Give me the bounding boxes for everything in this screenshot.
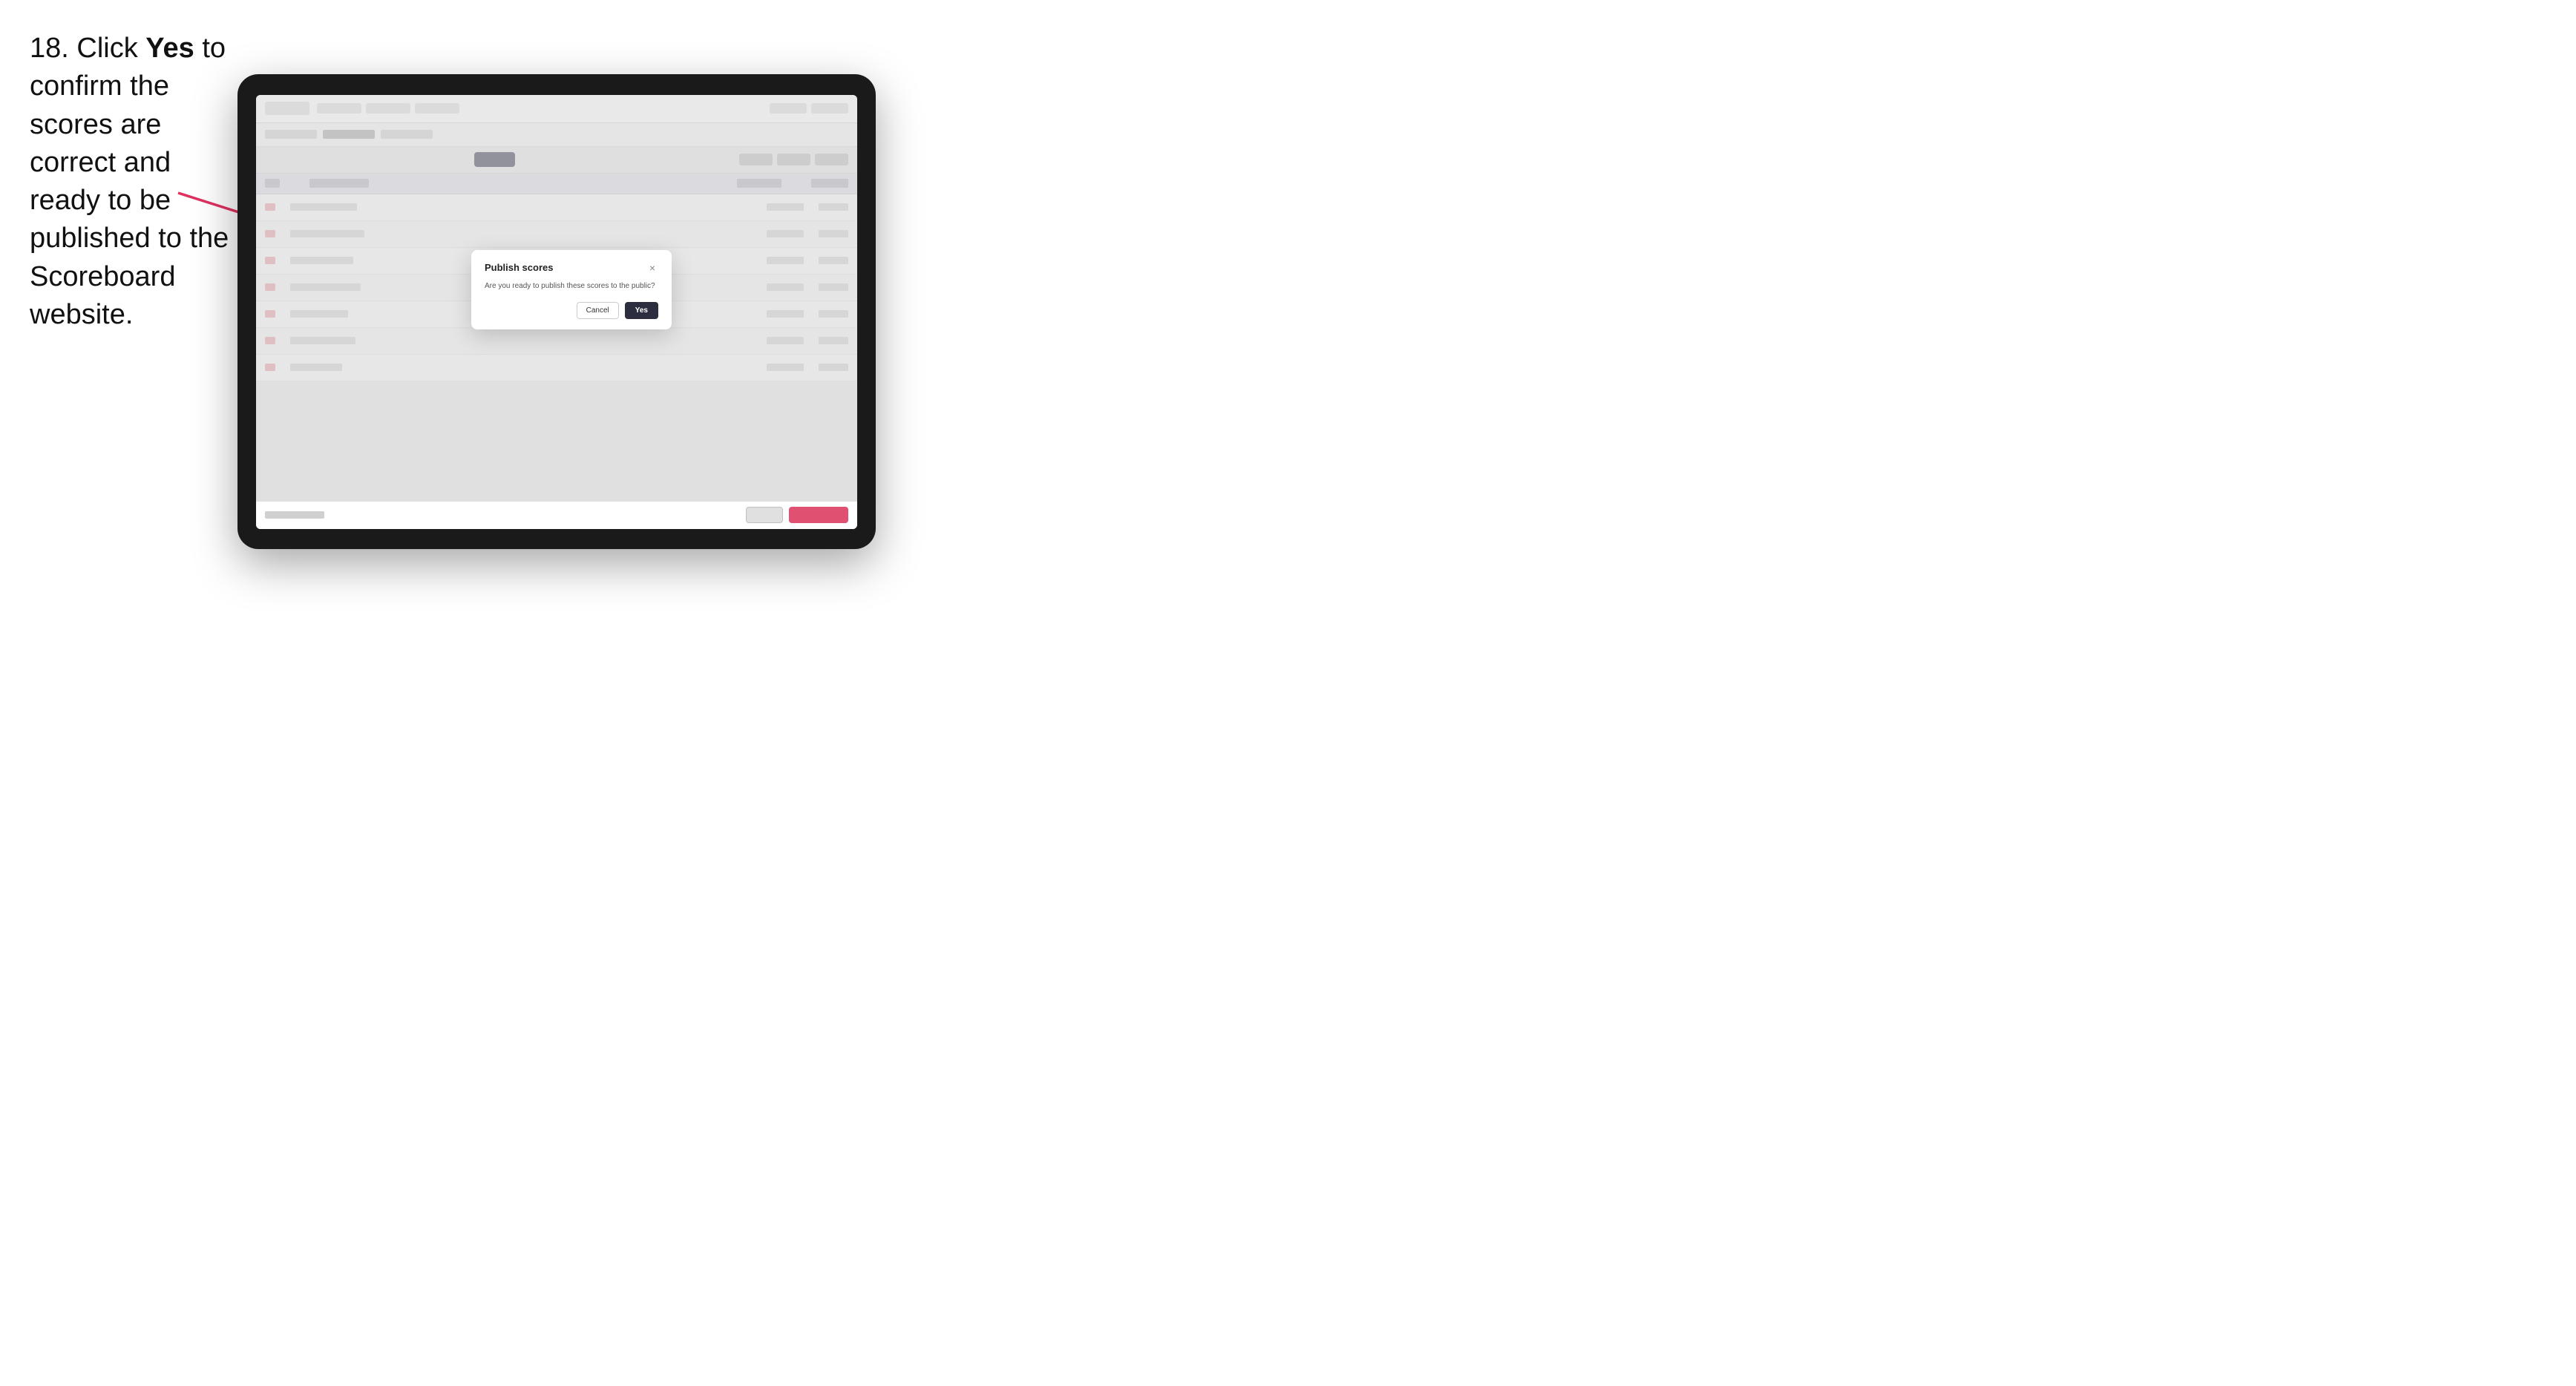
- instruction-bold: Yes: [145, 33, 194, 64]
- footer-right-buttons: [746, 507, 848, 523]
- modal-body-text: Are you ready to publish these scores to…: [485, 281, 658, 292]
- table-footer: [256, 501, 857, 529]
- modal-actions: Cancel Yes: [485, 302, 658, 319]
- modal-header: Publish scores ×: [485, 262, 658, 274]
- yes-button[interactable]: Yes: [625, 302, 658, 319]
- instruction-text: 18. Click Yes to confirm the scores are …: [30, 30, 237, 334]
- modal-title: Publish scores: [485, 262, 553, 273]
- cancel-button[interactable]: Cancel: [577, 302, 619, 319]
- instruction-after-bold: to confirm the scores are correct and re…: [30, 33, 229, 330]
- modal-overlay: Publish scores × Are you ready to publis…: [256, 95, 857, 529]
- instruction-before-bold: Click: [76, 33, 145, 64]
- tablet-device: Publish scores × Are you ready to publis…: [237, 74, 876, 549]
- footer-pagination-text: [265, 511, 324, 519]
- modal-close-button[interactable]: ×: [646, 262, 658, 274]
- footer-publish-btn[interactable]: [789, 507, 848, 523]
- tablet-screen: Publish scores × Are you ready to publis…: [256, 95, 857, 529]
- publish-scores-modal: Publish scores × Are you ready to publis…: [471, 250, 672, 329]
- step-number: 18.: [30, 33, 69, 64]
- footer-cancel-btn[interactable]: [746, 507, 783, 523]
